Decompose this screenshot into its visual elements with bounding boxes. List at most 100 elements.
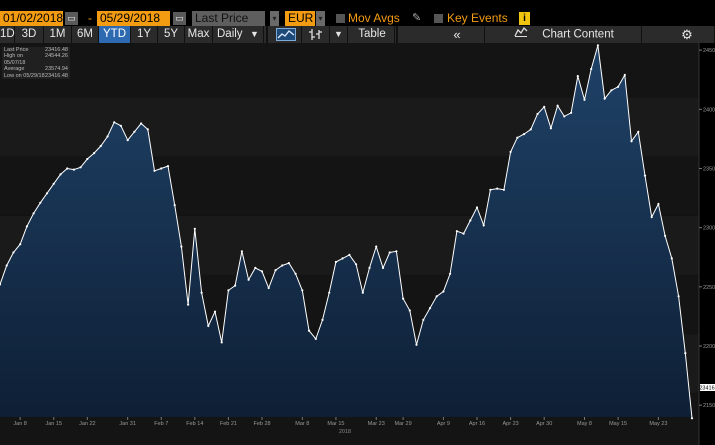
data-point [475,206,479,209]
data-point [348,253,351,256]
data-point [623,73,626,77]
data-point [166,165,170,168]
data-point [408,309,411,312]
ohlc-bar-icon[interactable] [302,26,330,43]
data-point [119,124,122,127]
data-point [334,260,337,264]
currency-field[interactable]: EUR [285,11,315,26]
data-point [603,97,606,100]
data-point [664,234,667,237]
data-point [650,215,653,219]
info-icon[interactable]: i [519,12,530,25]
data-point [402,297,405,300]
period-ytd-button[interactable]: YTD [99,26,131,43]
data-point [435,295,438,298]
data-point [563,115,566,118]
mountain-chart-icon[interactable] [270,26,302,43]
period-3d-button[interactable]: 3D [15,26,44,43]
data-point [5,264,8,267]
data-point [576,75,579,78]
data-point [489,188,492,191]
data-point [684,352,687,355]
svg-text:23416: 23416 [699,386,714,392]
data-point [207,324,210,327]
x-tick-label: Apr 23 [502,421,518,427]
chevron-down-icon[interactable]: ▼ [246,26,264,43]
data-point [72,168,75,171]
mov-avgs-checkbox[interactable] [336,14,345,23]
x-tick-label: Feb 7 [154,421,168,427]
x-tick-label: Jan 8 [13,421,26,427]
data-point [536,112,539,116]
x-tick-label: Mar 8 [295,421,309,427]
data-point [469,219,472,222]
period-max-button[interactable]: Max [185,26,213,43]
data-point [126,139,129,142]
chart-content-label: Chart Content [542,28,614,41]
data-point [341,257,344,260]
key-events-label[interactable]: Key Events [447,11,508,26]
data-point [12,251,15,254]
period-1d-button[interactable]: 1D [0,26,15,43]
data-point [462,232,465,235]
period-1m-button[interactable]: 1M [44,26,72,43]
data-point [307,329,311,332]
data-point [247,278,250,281]
end-date-field[interactable]: 05/29/2018 [97,11,170,26]
x-tick-label: Feb 28 [253,421,270,427]
data-point [227,289,230,292]
data-point [314,337,317,340]
period-6m-button[interactable]: 6M [72,26,99,43]
y-tick-label: 22500 [703,285,715,291]
key-events-checkbox[interactable] [434,14,443,23]
chevron-down-icon[interactable]: ▾ [316,11,325,26]
data-point [637,130,640,133]
x-tick-label: Mar 15 [327,421,344,427]
data-point [133,130,136,133]
start-date-field[interactable]: 01/02/2018 [0,11,63,26]
data-point [45,192,49,195]
pencil-icon[interactable]: ✎ [412,11,421,26]
price-chart[interactable]: 24500 24000 23500 23000 22500 22000 21500 Jan … [0,43,715,445]
gear-icon[interactable]: ⚙ [660,26,715,43]
period-5y-button[interactable]: 5Y [158,26,185,43]
data-point [375,245,378,248]
data-point [66,167,69,170]
data-point [328,291,331,294]
table-button[interactable]: Table [350,26,395,43]
data-point [59,173,62,176]
legend-row: Low on 05/29/18 23416.48 [4,72,68,79]
chevron-down-icon[interactable]: ▼ [330,26,348,43]
x-tick-label: Feb 21 [220,421,237,427]
data-point [274,269,277,272]
data-point [570,111,573,114]
data-point [368,266,371,269]
data-point [321,318,324,321]
data-point [617,85,620,88]
data-point [294,272,297,275]
collapse-button[interactable]: « [430,26,485,43]
data-point [522,133,526,136]
period-toolbar: 1D 3D 1M 6M YTD 1Y 5Y Max Daily ▼ ▼ Tabl… [0,26,715,43]
data-point [516,136,519,139]
period-1y-button[interactable]: 1Y [131,26,158,43]
data-point [187,303,190,306]
mov-avgs-label[interactable]: Mov Avgs [348,11,400,26]
data-point [496,187,499,190]
chevron-down-icon[interactable]: ▾ [270,11,279,26]
chart-legend: Last Price 23416.48 High on 05/07/18 24544… [2,47,70,80]
data-point [449,272,452,275]
data-point [482,224,485,227]
data-point [455,230,458,233]
data-point [428,307,432,310]
y-axis: 24500 24000 23500 23000 22500 22000 21500 [699,48,715,409]
data-point [193,227,196,230]
chart-content-button[interactable]: Chart Content [487,26,642,43]
price-field-select[interactable]: Last Price [192,11,265,26]
date-range-dash: - [88,11,92,25]
x-tick-label: May 8 [577,421,592,427]
calendar-icon[interactable]: ▭ [65,12,78,25]
data-point [543,105,546,108]
calendar-icon[interactable]: ▭ [173,12,186,25]
data-point [260,270,264,273]
